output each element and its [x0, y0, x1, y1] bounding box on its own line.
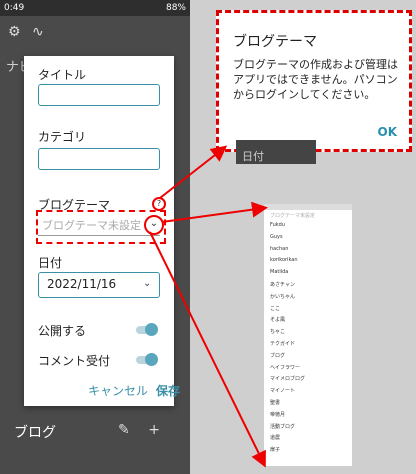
arrow-to-popup	[159, 145, 228, 199]
arrow-to-list-bottom	[149, 231, 266, 468]
arrow-to-list	[161, 201, 268, 223]
annotation-arrows	[149, 145, 268, 468]
